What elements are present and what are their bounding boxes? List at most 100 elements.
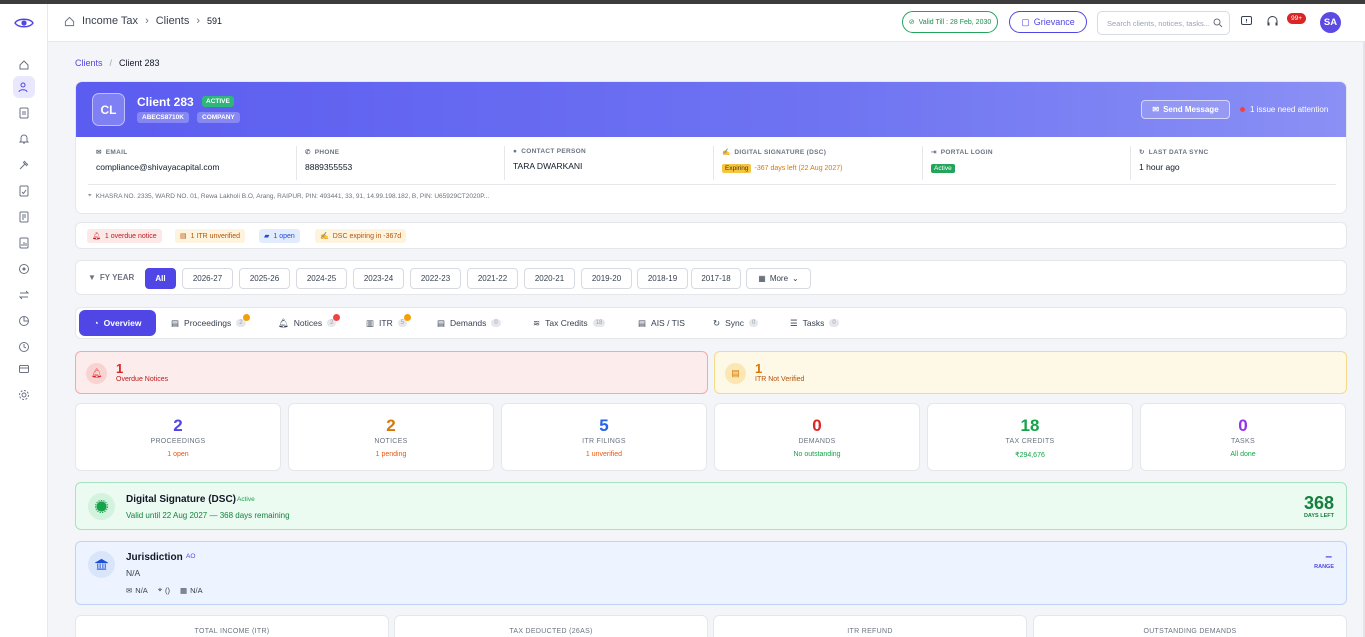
phone-field: ✆ PHONE 8889355553 [296,146,505,180]
alert-itr-unverified[interactable]: ▤ 1 ITR unverified [175,229,246,243]
page-breadcrumb: Clients / Client 283 [75,58,160,68]
dsc-status: Active [237,496,255,503]
jurisdiction-value: N/A [126,568,141,578]
tab-notices[interactable]: 🔔︎ Notices 2 [272,310,342,336]
global-search-input[interactable]: Search clients, notices, tasks... [1097,11,1230,35]
home-icon[interactable] [64,16,75,27]
more-label: More [769,274,789,283]
email-value[interactable]: compliance@shivayacapital.com [96,162,296,172]
stat-card-proceedings[interactable]: 2 PROCEEDINGS 1 open [75,403,281,471]
sidebar-home-icon[interactable] [13,54,35,76]
range-label: RANGE [1314,564,1334,570]
headset-icon[interactable] [1266,15,1279,28]
tab-tasks[interactable]: ☰ Tasks 0 [784,310,845,336]
jurisdiction-tag: AO [186,553,196,560]
tab-count: 0 [829,319,839,327]
fy-2018-19-button[interactable]: 2018-19 [637,268,688,289]
sidebar-file-check-icon[interactable] [13,180,35,202]
tab-proceedings[interactable]: ▤ Proceedings 2 [165,310,252,336]
grievance-button[interactable]: ▢ Grievance [1009,11,1087,33]
alert-open[interactable]: ▰ 1 open [259,229,300,243]
feedback-icon[interactable] [1240,15,1253,28]
status-dot [242,314,250,321]
user-avatar[interactable]: SA [1320,12,1341,33]
fy-all-button[interactable]: All [145,268,176,289]
tab-itr[interactable]: ▥ ITR 5 [360,310,413,336]
sidebar-report-icon[interactable] [13,232,35,254]
map-pin-icon: ⌖ [88,192,92,199]
stat-card-tax-credits[interactable]: 18 TAX CREDITS ₹294,676 [927,403,1133,471]
breadcrumb-clients[interactable]: Clients [156,15,190,27]
sidebar-target-icon[interactable] [13,258,35,280]
tab-tax-credits[interactable]: ≋ Tax Credits 18 [527,310,611,336]
overdue-notices-alert[interactable]: 🔔︎ 1 Overdue Notices [75,351,708,394]
fy-more-dropdown[interactable]: ▦ More ⌄ [746,268,811,289]
chevron-right-icon: › [196,15,201,27]
calendar-icon: ▦ [758,274,766,283]
stat-subtext: ₹294,676 [1015,452,1045,459]
divider [922,146,923,180]
fy-2020-21-button[interactable]: 2020-21 [524,268,575,289]
itr-unverified-count: 1 [755,361,763,376]
breadcrumb-clients-link[interactable]: Clients [75,58,103,68]
sidebar-pie-chart-icon[interactable] [13,310,35,332]
stat-subtext: All done [1230,451,1256,458]
stat-card-tasks[interactable]: 0 TASKS All done [1140,403,1346,471]
itr-not-verified-alert[interactable]: ▤ 1 ITR Not Verified [714,351,1347,394]
alert-overdue-notice[interactable]: 🔔︎ 1 overdue notice [87,229,162,243]
stat-number: 0 [812,416,822,435]
sidebar-card-icon[interactable] [13,358,35,380]
tab-count: 0 [491,319,501,327]
sidebar-transfer-icon[interactable] [13,284,35,306]
tab-count: 18 [592,319,606,327]
jurisdiction-meta: ✉ N/A ⌖() ▦ N/A [126,585,203,595]
fy-2026-27-button[interactable]: 2026-27 [182,268,233,289]
contact-person-field: ● CONTACT PERSON TARA DWARKANI [504,146,713,180]
tab-overview[interactable]: ◔ Overview [79,310,156,336]
phone-value[interactable]: 8889355553 [305,162,505,172]
address-text: KHASRA NO. 2335, WARD NO. 01, Rewa Lakho… [95,192,490,200]
fy-2022-23-button[interactable]: 2022-23 [410,268,461,289]
overdue-count: 1 [116,361,124,376]
stat-label: DEMANDS [798,438,836,445]
stat-subtext: 1 pending [375,451,407,458]
app-logo-eye-icon[interactable] [14,16,34,30]
stat-card-itr-filings[interactable]: 5 ITR FILINGS 1 unverified [501,403,707,471]
sidebar-receipt-icon[interactable] [13,206,35,228]
stat-card-demands[interactable]: 0 DEMANDS No outstanding [714,403,920,471]
mail-icon: ✉ [96,149,102,156]
sidebar-clock-icon[interactable] [13,336,35,358]
subscription-validity-badge: ⊘ Valid Till : 28 Feb, 2030 [902,11,998,33]
divider [1130,146,1131,180]
fy-2023-24-button[interactable]: 2023-24 [353,268,404,289]
sync-icon: ↻ [713,317,721,328]
tab-sync[interactable]: ↻ Sync 0 [707,310,764,336]
tab-demands[interactable]: ▤ Demands 0 [431,310,507,336]
breadcrumb-separator: / [109,58,113,68]
send-message-button[interactable]: ✉ Send Message [1141,100,1230,119]
fy-2024-25-button[interactable]: 2024-25 [296,268,347,289]
alert-dsc-expiring[interactable]: ✍ DSC expiring in -367d [315,229,407,243]
fy-2025-26-button[interactable]: 2025-26 [239,268,290,289]
sidebar-bell-icon[interactable] [13,128,35,150]
stat-card-notices[interactable]: 2 NOTICES 1 pending [288,403,494,471]
fy-2017-18-button[interactable]: 2017-18 [691,268,741,289]
grievance-label: Grievance [1033,17,1075,27]
client-address: ⌖ KHASRA NO. 2335, WARD NO. 01, Rewa Lak… [88,192,489,200]
phone-icon: ✆ [305,149,311,156]
jurisdiction-title: Jurisdiction [126,552,183,563]
fy-2021-22-button[interactable]: 2021-22 [467,268,518,289]
attention-indicator[interactable]: 1 issue need attention [1240,105,1328,114]
sidebar-document-icon[interactable] [13,102,35,124]
sidebar-clients-icon[interactable] [13,76,35,98]
breadcrumb-income-tax[interactable]: Income Tax [82,15,138,27]
send-message-label: Send Message [1163,105,1219,114]
sidebar-gavel-icon[interactable] [13,154,35,176]
dsc-label: DIGITAL SIGNATURE (DSC) [734,148,827,156]
fy-2019-20-button[interactable]: 2019-20 [581,268,632,289]
sidebar-settings-gear-icon[interactable] [13,384,35,406]
range-value: – [1325,549,1332,563]
badge-check-icon [88,493,115,520]
tab-ais-tis[interactable]: ▤ AIS / TIS [632,310,691,336]
notification-count-badge[interactable]: 99+ [1287,13,1306,24]
